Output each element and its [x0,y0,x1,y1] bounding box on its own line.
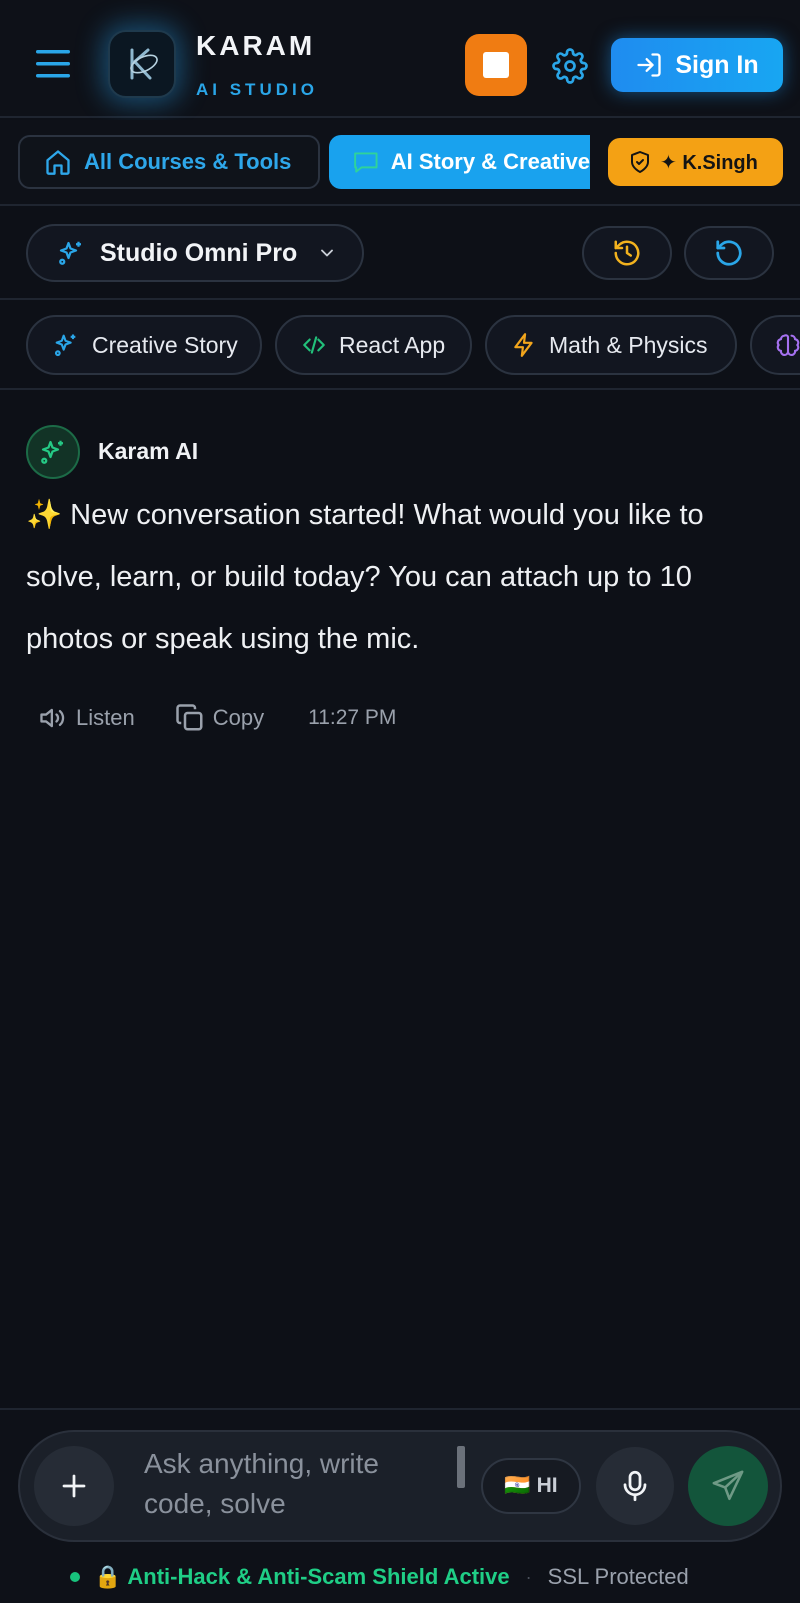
chip-label: React App [339,331,446,358]
sparkles-icon [41,440,63,464]
brain-icon [776,334,800,356]
copy-label: Copy [212,705,265,730]
sparkles-icon [59,241,81,265]
brand-name: KARAM [196,30,316,61]
copy-icon [175,704,203,731]
chip-label: Creative Story [92,331,238,358]
refresh-icon [716,240,742,266]
footer-separator: · [525,1566,532,1587]
home-icon [46,150,70,175]
composer-bar: 🇮🇳 HI [18,1430,782,1542]
listen-button[interactable]: Listen [38,704,135,732]
nav-tabs-bar: All Courses & Tools AI Story & Creative … [0,120,800,206]
language-label: HI [536,1474,558,1497]
model-selector[interactable]: Studio Omni Pro [26,224,364,282]
tab-ai-story[interactable]: AI Story & Creative [329,135,590,189]
hamburger-menu-icon[interactable] [34,46,72,82]
model-toolbar: Studio Omni Pro [0,208,800,300]
app-header: KARAM AI STUDIO Sign In [0,0,800,118]
message-actions: Listen Copy 11:27 PM [38,700,396,736]
attach-button[interactable] [34,1446,114,1526]
message-text: ✨ New conversation started! What would y… [26,499,704,655]
stop-square-icon [483,52,509,78]
microphone-icon [623,1470,647,1502]
language-toggle[interactable]: 🇮🇳 HI [481,1458,581,1514]
lightning-icon [514,333,533,357]
sparkles-icon [54,334,76,357]
send-paper-plane-icon [712,1470,744,1501]
chip-math-physics[interactable]: Math & Physics [485,315,737,375]
settings-gear-icon[interactable] [552,48,588,84]
chip-creative-story[interactable]: Creative Story [26,315,262,375]
login-arrow-icon [637,53,661,77]
new-chat-button[interactable] [684,226,774,280]
prompt-chips-row: Creative Story React App Math & Physics [0,302,800,390]
stop-button[interactable] [465,34,527,96]
chevron-down-icon [321,249,334,257]
ssl-status-text: SSL Protected [547,1564,689,1589]
code-icon [303,336,325,354]
history-clock-icon [614,240,640,266]
chip-label: Math & Physics [549,331,708,358]
sign-in-label: Sign In [675,50,759,79]
speaker-icon [40,708,65,728]
shield-check-icon [631,151,649,173]
logo-k-icon [130,48,158,80]
chat-bubble-icon [354,152,378,173]
user-badge-ksingh[interactable]: ✦ K.Singh [608,138,783,186]
listen-label: Listen [76,705,135,730]
plus-icon [62,1474,86,1498]
message-sender: Karam AI [98,438,199,464]
tab-all-courses-label: All Courses & Tools [84,149,292,174]
user-badge-label: ✦ K.Singh [660,151,758,174]
mic-button[interactable] [596,1447,674,1525]
copy-button[interactable]: Copy [175,703,264,733]
message-input[interactable] [144,1444,444,1522]
message-timestamp: 11:27 PM [308,706,397,729]
send-button[interactable] [688,1446,768,1526]
tab-ai-story-label: AI Story & Creative [390,149,590,174]
history-button[interactable] [582,226,672,280]
brand-subtitle: AI STUDIO [196,80,318,99]
tab-all-courses[interactable]: All Courses & Tools [18,135,320,189]
karam-logo[interactable] [108,30,176,98]
india-flag-icon: 🇮🇳 [504,1474,531,1497]
assistant-avatar [26,425,80,479]
input-scrollbar[interactable] [457,1446,465,1488]
composer-area: 🇮🇳 HI 🔒 Anti-Hack & Anti-Scam Shield Act… [0,1408,800,1603]
chip-brain[interactable] [750,315,800,375]
sign-in-button[interactable]: Sign In [611,38,783,92]
shield-status-text: Anti-Hack & Anti-Scam Shield Active [127,1564,510,1589]
model-selected-label: Studio Omni Pro [100,238,298,267]
lock-icon: 🔒 [94,1564,122,1589]
status-dot-icon [70,1572,80,1582]
security-footer: 🔒 Anti-Hack & Anti-Scam Shield Active · … [70,1560,689,1594]
chip-react-app[interactable]: React App [275,315,472,375]
